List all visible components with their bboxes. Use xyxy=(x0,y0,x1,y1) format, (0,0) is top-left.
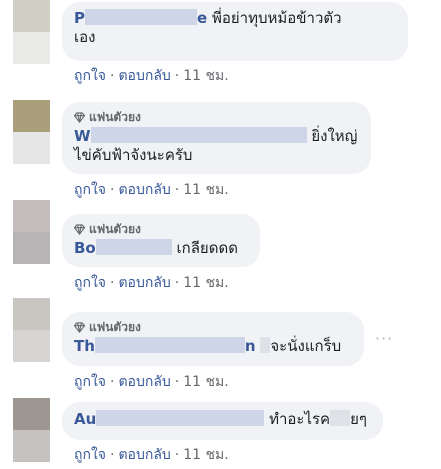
redacted-name xyxy=(95,239,172,255)
reply-link[interactable]: ตอบกลับ xyxy=(118,447,170,463)
redacted-name xyxy=(94,337,245,353)
redacted-name xyxy=(96,410,265,426)
comment-text-continued: เอง xyxy=(74,28,96,46)
top-fan-badge: แฟนตัวยง xyxy=(74,319,352,335)
comment-time[interactable]: 11 ชม. xyxy=(183,182,228,198)
comment-actions: ถูกใจ · ตอบกลับ · 11 ชม. xyxy=(74,374,229,390)
like-link[interactable]: ถูกใจ xyxy=(74,182,106,198)
comment-bubble: แฟนตัวยง Bo เกลียดดด xyxy=(62,214,260,267)
comment-text: พี่อย่าทุบหม้อข้าวตัว xyxy=(211,9,342,27)
comment-bubble: แฟนตัวยง Th n จะนั่งแกร็บ xyxy=(62,312,364,366)
comment-actions: ถูกใจ · ตอบกลับ · 11 ชม. xyxy=(74,68,229,84)
comment-text-end: ยๆ xyxy=(350,410,367,428)
diamond-icon xyxy=(74,321,85,333)
reply-link[interactable]: ตอบกลับ xyxy=(118,374,170,390)
commenter-name[interactable]: W xyxy=(74,127,307,145)
comment-text: จะนั่งแกร็บ xyxy=(270,337,342,355)
comment-time[interactable]: 11 ชม. xyxy=(183,374,228,390)
redacted-text xyxy=(260,337,271,353)
diamond-icon xyxy=(74,223,85,235)
commenter-name[interactable]: Th n xyxy=(74,337,256,355)
avatar[interactable] xyxy=(13,0,50,64)
like-link[interactable]: ถูกใจ xyxy=(74,374,106,390)
comment-time[interactable]: 11 ชม. xyxy=(183,68,228,84)
avatar[interactable] xyxy=(13,398,50,462)
comment-text: ยิ่งใหญ่ xyxy=(311,127,358,145)
avatar[interactable] xyxy=(13,200,50,264)
comment-actions: ถูกใจ · ตอบกลับ · 11 ชม. xyxy=(74,447,229,463)
like-link[interactable]: ถูกใจ xyxy=(74,68,106,84)
comment-text: เกลียดดด xyxy=(176,239,238,257)
avatar[interactable] xyxy=(13,100,50,164)
comment-text: ทำอะไรค xyxy=(269,410,331,428)
like-link[interactable]: ถูกใจ xyxy=(74,275,106,291)
comment-text-continued: ไข่คับฟ้าจังนะครับ xyxy=(74,146,193,164)
more-options-icon[interactable]: ··· xyxy=(375,329,393,348)
comment-bubble: Pe พี่อย่าทุบหม้อข้าวตัว เอง xyxy=(62,2,408,61)
redacted-text xyxy=(330,410,351,426)
reply-link[interactable]: ตอบกลับ xyxy=(118,182,170,198)
commenter-name[interactable]: Au xyxy=(74,410,265,428)
top-fan-badge: แฟนตัวยง xyxy=(74,109,359,125)
top-fan-badge: แฟนตัวยง xyxy=(74,221,248,237)
commenter-name[interactable]: Bo xyxy=(74,239,172,257)
diamond-icon xyxy=(74,111,85,123)
avatar[interactable] xyxy=(13,298,50,362)
comment-actions: ถูกใจ · ตอบกลับ · 11 ชม. xyxy=(74,182,229,198)
comment-time[interactable]: 11 ชม. xyxy=(183,447,228,463)
reply-link[interactable]: ตอบกลับ xyxy=(118,68,170,84)
redacted-name xyxy=(90,127,307,143)
redacted-name xyxy=(85,9,197,25)
like-link[interactable]: ถูกใจ xyxy=(74,447,106,463)
comment-actions: ถูกใจ · ตอบกลับ · 11 ชม. xyxy=(74,275,229,291)
comment-time[interactable]: 11 ชม. xyxy=(183,275,228,291)
comment-bubble: Au ทำอะไรค ยๆ xyxy=(62,402,383,440)
comment-bubble: แฟนตัวยง W ยิ่งใหญ่ ไข่คับฟ้าจังนะครับ xyxy=(62,102,371,174)
reply-link[interactable]: ตอบกลับ xyxy=(118,275,170,291)
commenter-name[interactable]: Pe xyxy=(74,9,207,27)
